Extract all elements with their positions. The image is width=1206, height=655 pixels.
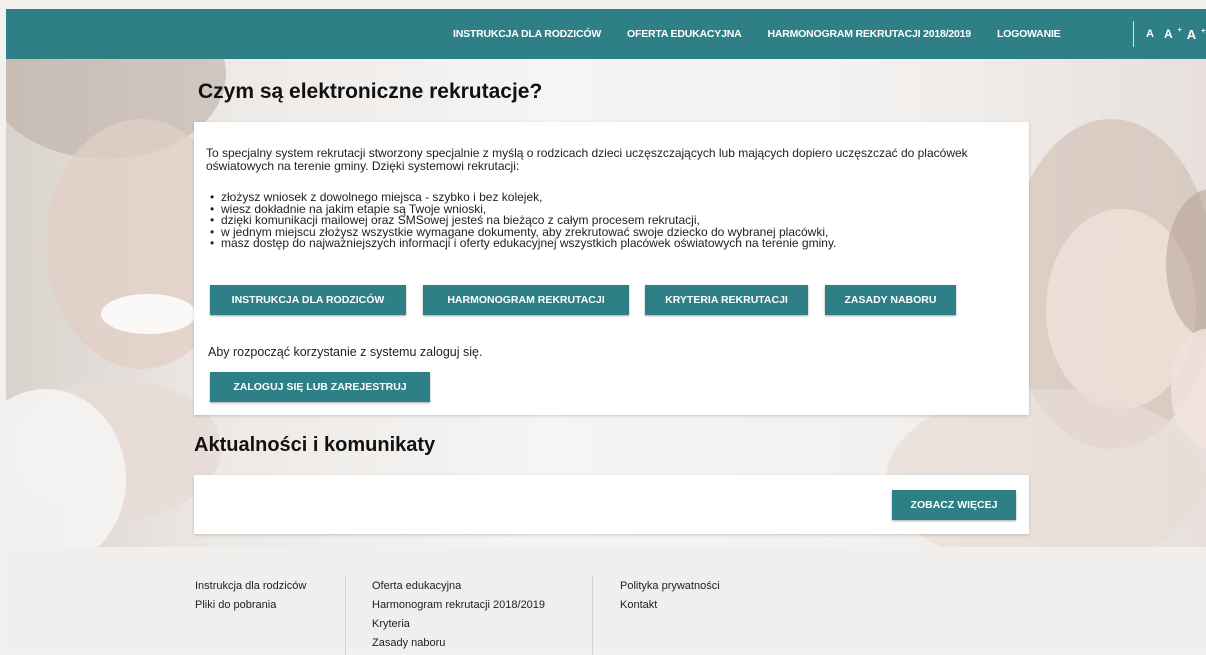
hero-title: Czym są elektroniczne rekrutacje? bbox=[198, 80, 543, 103]
footer-link-polityka[interactable]: Polityka prywatności bbox=[620, 577, 720, 596]
news-card: ZOBACZ WIĘCEJ bbox=[194, 475, 1029, 534]
main-nav: INSTRUKCJA DLA RODZICÓW OFERTA EDUKACYJN… bbox=[453, 9, 1061, 59]
kryteria-button[interactable]: KRYTERIA REKRUTACJI bbox=[645, 285, 808, 315]
background-photo-man-smile bbox=[101, 294, 196, 334]
instrukcja-button[interactable]: INSTRUKCJA DLA RODZICÓW bbox=[210, 285, 406, 315]
footer-link-kryteria[interactable]: Kryteria bbox=[372, 615, 545, 634]
footer-column-1: Instrukcja dla rodziców Pliki do pobrani… bbox=[195, 577, 306, 615]
intro-card: To specjalny system rekrutacji stworzony… bbox=[194, 122, 1029, 415]
nav-divider bbox=[1133, 21, 1134, 47]
login-register-button[interactable]: ZALOGUJ SIĘ LUB ZAREJESTRUJ bbox=[210, 372, 430, 402]
top-navigation-bar: INSTRUKCJA DLA RODZICÓW OFERTA EDUKACYJN… bbox=[6, 9, 1206, 59]
font-size-normal[interactable]: A bbox=[1146, 28, 1159, 40]
footer-link-zasady[interactable]: Zasady naboru bbox=[372, 634, 545, 653]
benefit-item: masz dostęp do najważniejszych informacj… bbox=[210, 237, 836, 250]
login-prompt: Aby rozpocząć korzystanie z systemu zalo… bbox=[208, 345, 483, 359]
nav-oferta[interactable]: OFERTA EDUKACYJNA bbox=[627, 28, 742, 40]
harmonogram-button[interactable]: HARMONOGRAM REKRUTACJI bbox=[423, 285, 629, 315]
nav-logowanie[interactable]: LOGOWANIE bbox=[997, 28, 1061, 40]
font-size-large[interactable]: A + bbox=[1164, 27, 1182, 41]
benefits-list: złożysz wniosek z dowolnego miejsca - sz… bbox=[210, 191, 836, 250]
see-more-button[interactable]: ZOBACZ WIĘCEJ bbox=[892, 490, 1016, 520]
footer-column-3: Polityka prywatności Kontakt bbox=[620, 577, 720, 615]
footer-link-kontakt[interactable]: Kontakt bbox=[620, 596, 720, 615]
footer-divider bbox=[592, 575, 593, 655]
footer-divider bbox=[345, 575, 346, 655]
footer-link-pliki[interactable]: Pliki do pobrania bbox=[195, 596, 306, 615]
footer-link-harmonogram[interactable]: Harmonogram rekrutacji 2018/2019 bbox=[372, 596, 545, 615]
footer-column-2: Oferta edukacyjna Harmonogram rekrutacji… bbox=[372, 577, 545, 653]
zasady-button[interactable]: ZASADY NABORU bbox=[825, 285, 956, 315]
footer-link-oferta[interactable]: Oferta edukacyjna bbox=[372, 577, 545, 596]
footer: Instrukcja dla rodziców Pliki do pobrani… bbox=[6, 547, 1206, 655]
font-size-xlarge[interactable]: A++ bbox=[1187, 27, 1206, 42]
nav-harmonogram[interactable]: HARMONOGRAM REKRUTACJI 2018/2019 bbox=[767, 28, 971, 40]
font-size-controls: A A+ A++ bbox=[1146, 9, 1206, 59]
nav-instrukcja[interactable]: INSTRUKCJA DLA RODZICÓW bbox=[453, 28, 601, 40]
news-title: Aktualności i komunikaty bbox=[194, 434, 436, 456]
intro-text: To specjalny system rekrutacji stworzony… bbox=[206, 146, 968, 173]
footer-link-instrukcja[interactable]: Instrukcja dla rodziców bbox=[195, 577, 306, 596]
